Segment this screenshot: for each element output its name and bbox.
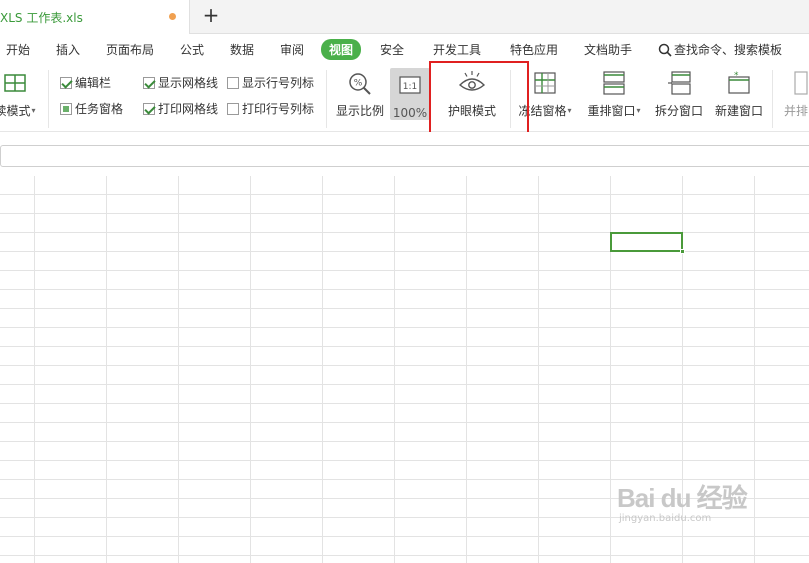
ribbon-separator <box>48 70 49 128</box>
checkbox-checked-icon <box>143 103 155 115</box>
split-window-button[interactable]: 拆分窗口 <box>650 64 708 128</box>
edit-bar-label: 编辑栏 <box>75 76 112 90</box>
spreadsheet-grid[interactable] <box>0 176 809 563</box>
show-headings-label: 显示行号列标 <box>242 76 315 90</box>
side-by-side-label: 并排 <box>784 104 809 118</box>
menu-developer[interactable]: 开发工具 <box>433 41 481 58</box>
zoom-percent-icon: % <box>349 73 371 95</box>
actual-size-icon-text: 1:1 <box>403 82 417 92</box>
menu-bar: 开始 插入 页面布局 公式 数据 审阅 视图 安全 开发工具 特色应用 文档助手… <box>0 34 809 64</box>
search-icon <box>658 43 672 57</box>
freeze-panes-button[interactable]: 冻结窗格▾ <box>514 64 576 128</box>
read-mode-label: 读模式▾ <box>0 104 36 118</box>
print-gridlines-checkbox[interactable]: 打印网格线 <box>143 100 218 117</box>
svg-text:*: * <box>734 71 739 81</box>
ribbon-separator <box>326 70 327 128</box>
show-gridlines-label: 显示网格线 <box>158 76 219 90</box>
actual-size-icon: 1:1 <box>399 76 421 94</box>
checkbox-checked-icon <box>60 77 72 89</box>
tab-bar: XLS 工作表.xls + <box>0 0 809 34</box>
print-gridlines-label: 打印网格线 <box>158 102 219 116</box>
read-mode-button[interactable]: 读模式▾ <box>0 64 40 128</box>
eye-icon <box>458 71 486 91</box>
show-gridlines-checkbox[interactable]: 显示网格线 <box>143 74 218 91</box>
zoom-ratio-label: 显示比例 <box>335 104 384 118</box>
fill-handle[interactable] <box>680 249 685 254</box>
read-mode-icon <box>4 74 26 92</box>
menu-page-layout[interactable]: 页面布局 <box>106 41 154 58</box>
ribbon-separator <box>510 70 511 128</box>
eye-protection-mode-label: 护眼模式 <box>447 104 496 118</box>
menu-formulas[interactable]: 公式 <box>180 41 204 58</box>
menu-special-apps[interactable]: 特色应用 <box>510 41 558 58</box>
checkbox-checked-icon <box>143 77 155 89</box>
menu-home[interactable]: 开始 <box>6 41 30 58</box>
formula-bar-area <box>0 132 809 176</box>
unsaved-dot-icon <box>169 13 176 20</box>
command-search[interactable]: 查找命令、搜索模板 <box>658 41 782 58</box>
task-pane-label: 任务窗格 <box>75 102 124 116</box>
split-window-label: 拆分窗口 <box>654 104 703 118</box>
selected-cell[interactable] <box>610 232 685 254</box>
arrange-windows-icon <box>603 71 625 95</box>
eye-protection-mode-button[interactable]: 护眼模式 <box>440 64 504 128</box>
edit-bar-checkbox[interactable]: 编辑栏 <box>60 74 111 91</box>
zoom-value: 100% <box>392 106 428 120</box>
menu-doc-assistant[interactable]: 文档助手 <box>584 41 632 58</box>
side-by-side-button[interactable]: 并排 <box>782 64 809 128</box>
new-window-label: 新建窗口 <box>714 104 763 118</box>
zoom-ratio-button[interactable]: % 显示比例 <box>332 64 388 128</box>
show-headings-checkbox[interactable]: 显示行号列标 <box>227 74 314 91</box>
menu-security[interactable]: 安全 <box>380 41 404 58</box>
ribbon-separator <box>772 70 773 128</box>
arrange-windows-label: 重排窗口▾ <box>587 104 641 118</box>
freeze-panes-label: 冻结窗格▾ <box>518 104 572 118</box>
formula-input[interactable] <box>0 145 809 167</box>
checkbox-unchecked-icon <box>227 77 239 89</box>
menu-insert[interactable]: 插入 <box>56 41 80 58</box>
side-by-side-icon <box>794 71 808 95</box>
split-window-icon <box>668 71 691 95</box>
grid-lines <box>0 176 809 563</box>
new-window-button[interactable]: * 新建窗口 <box>710 64 768 128</box>
new-tab-button[interactable]: + <box>200 4 222 28</box>
command-search-label: 查找命令、搜索模板 <box>674 43 783 57</box>
menu-view[interactable]: 视图 <box>321 39 362 60</box>
view-ribbon: 读模式▾ 编辑栏 任务窗格 显示网格线 打印网格线 显示行号列标 打印行号列标 … <box>0 64 809 132</box>
task-pane-checkbox[interactable]: 任务窗格 <box>60 100 123 117</box>
menu-data[interactable]: 数据 <box>230 41 254 58</box>
svg-text:%: % <box>354 79 363 89</box>
document-tab-title: XLS 工作表.xls <box>0 11 83 25</box>
checkbox-unchecked-icon <box>227 103 239 115</box>
freeze-panes-icon <box>534 72 556 94</box>
menu-review[interactable]: 审阅 <box>280 41 304 58</box>
arrange-windows-button[interactable]: 重排窗口▾ <box>582 64 646 128</box>
zoom-100-button[interactable]: 1:1 100% <box>390 68 430 120</box>
checkbox-partial-icon <box>60 103 72 115</box>
print-headings-checkbox[interactable]: 打印行号列标 <box>227 100 314 117</box>
print-headings-label: 打印行号列标 <box>242 102 315 116</box>
new-window-icon: * <box>728 71 750 94</box>
document-tab[interactable]: XLS 工作表.xls <box>0 0 190 34</box>
